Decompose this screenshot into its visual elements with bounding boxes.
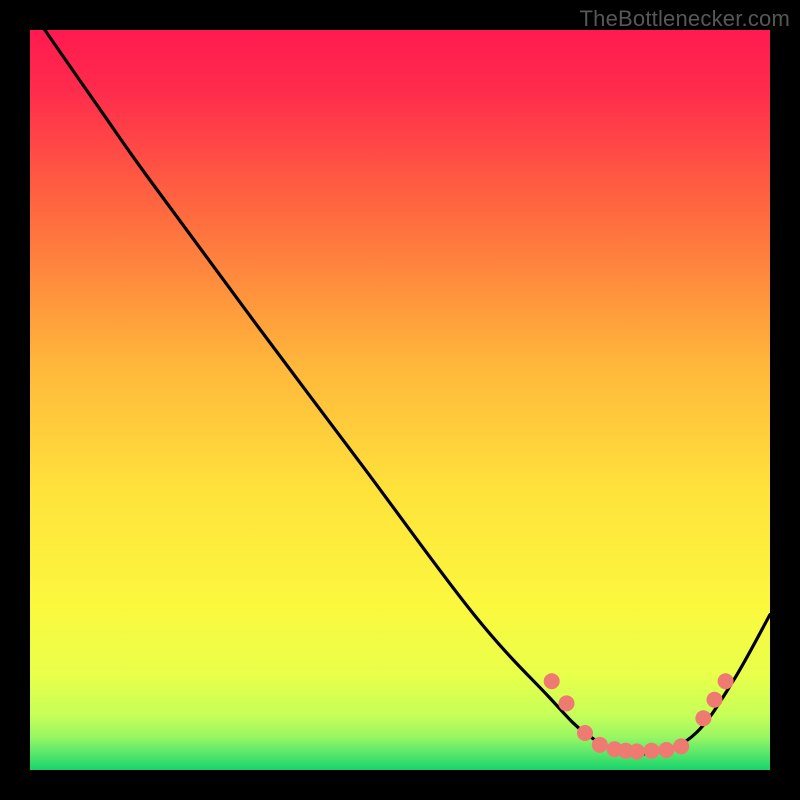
marker-dot (696, 711, 711, 726)
marker-dot (674, 739, 689, 754)
watermark-text: TheBottlenecker.com (580, 6, 790, 32)
marker-dot (644, 743, 659, 758)
marker-dot (544, 674, 559, 689)
marker-dot (707, 692, 722, 707)
marker-dot (592, 737, 607, 752)
bottleneck-chart (30, 30, 770, 770)
marker-dot (578, 726, 593, 741)
marker-dot (559, 696, 574, 711)
marker-dot (629, 744, 644, 759)
marker-dot (659, 743, 674, 758)
marker-dot (718, 674, 733, 689)
gradient-background (30, 30, 770, 770)
